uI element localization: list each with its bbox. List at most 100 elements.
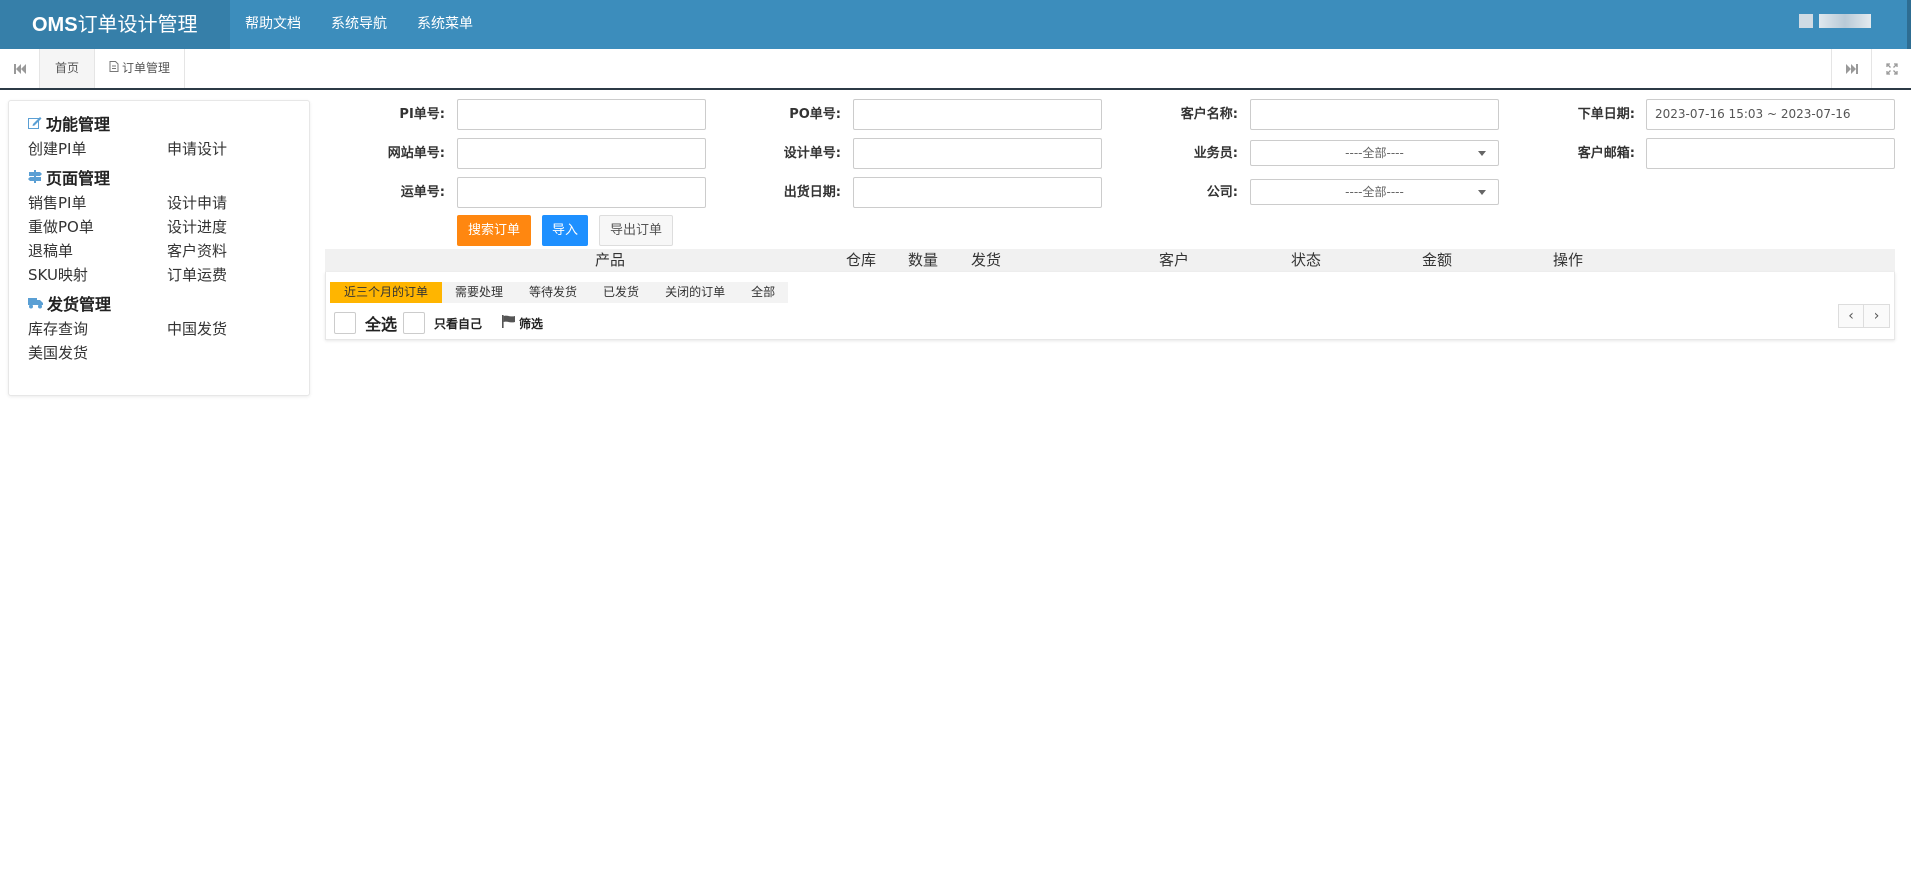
menu-create-pi[interactable]: 创建PI单 (28, 137, 167, 161)
col-warehouse: 仓库 (846, 251, 877, 269)
page-items: 销售PI单 设计申请 重做PO单 设计进度 退稿单 客户资料 SKU映射 订单运… (28, 191, 309, 287)
ship-date-input[interactable] (853, 177, 1102, 208)
function-items: 创建PI单 申请设计 (28, 137, 309, 161)
only-mine-label: 只看自己 (434, 316, 483, 331)
design-number-label: 设计单号: (783, 146, 841, 161)
order-status-tabs: 近三个月的订单 需要处理 等待发货 已发货 关闭的订单 全部 (330, 282, 789, 303)
customer-name-input[interactable] (1250, 99, 1499, 130)
chevron-left-icon[interactable]: ‹ (1838, 304, 1864, 328)
menu-design-progress[interactable]: 设计进度 (167, 215, 306, 239)
order-date-label: 下单日期: (1577, 107, 1635, 122)
shipping-items: 库存查询 中国发货 美国发货 (28, 317, 309, 365)
skip-back-icon[interactable] (0, 49, 40, 88)
window-edge (1907, 0, 1911, 49)
page-tabs: 首页 订单管理 (40, 49, 186, 88)
pi-number-input[interactable] (457, 99, 706, 130)
pi-number-label: PI单号: (399, 107, 445, 122)
col-shipping: 发货 (971, 251, 1002, 269)
salesman-selected: ----全部---- (1345, 146, 1404, 160)
ship-date-label: 出货日期: (783, 185, 841, 200)
sidebar-menu: 功能管理 创建PI单 申请设计 页面管理 销售PI单 设计申请 重做PO单 设计… (8, 100, 310, 396)
filter-label: 筛选 (519, 316, 544, 331)
truck-icon (28, 293, 43, 317)
menu-order-shipping-fee[interactable]: 订单运费 (167, 263, 306, 287)
customer-email-label: 客户邮箱: (1577, 146, 1635, 161)
tab-home[interactable]: 首页 (40, 49, 96, 88)
site-number-label: 网站单号: (387, 146, 445, 161)
order-date-range-input[interactable]: 2023-07-16 15:03 ~ 2023-07-16 15:03 (1646, 99, 1895, 150)
po-number-input[interactable] (853, 99, 1102, 130)
form-row-1: PI单号: PO单号: 客户名称: 下单日期: 2023-07-16 15:03… (325, 99, 1895, 150)
col-amount: 金额 (1422, 251, 1453, 269)
nav-system-navigation[interactable]: 系统导航 (316, 0, 402, 49)
design-number-input[interactable] (853, 138, 1102, 169)
tab-shipped[interactable]: 已发货 (590, 282, 652, 303)
brand-bold: OMS (32, 14, 78, 36)
tab-order-management[interactable]: 订单管理 (95, 49, 186, 88)
top-navbar: OMS订单设计管理 帮助文档 系统导航 系统菜单 (0, 0, 1911, 49)
tab-home-label: 首页 (55, 61, 80, 75)
group-function-management: 功能管理 (28, 113, 309, 137)
only-mine-checkbox[interactable] (403, 312, 426, 334)
chevron-down-icon (1478, 190, 1486, 195)
tab-closed-orders[interactable]: 关闭的订单 (652, 282, 738, 303)
user-menu[interactable] (1799, 14, 1871, 28)
tab-awaiting-shipment[interactable]: 等待发货 (516, 282, 590, 303)
flag-icon (502, 315, 516, 331)
form-row-3: 运单号: 出货日期: 公司: ----全部---- (325, 177, 1895, 208)
col-actions: 操作 (1553, 251, 1584, 269)
form-actions: 搜索订单 导入 导出订单 (457, 215, 673, 246)
menu-sales-pi[interactable]: 销售PI单 (28, 191, 167, 215)
fullscreen-icon[interactable] (1871, 49, 1911, 88)
menu-sku-mapping[interactable]: SKU映射 (28, 263, 167, 287)
user-name-blurred (1819, 14, 1871, 28)
chevron-right-icon[interactable]: › (1864, 304, 1890, 328)
tab-last-three-months[interactable]: 近三个月的订单 (330, 282, 443, 303)
menu-rejected-drafts[interactable]: 退稿单 (28, 239, 167, 263)
select-all-label: 全选 (365, 315, 398, 334)
skip-forward-icon[interactable] (1831, 49, 1871, 88)
po-number-label: PO单号: (789, 107, 841, 122)
nav-help-docs[interactable]: 帮助文档 (230, 0, 316, 49)
tab-needs-processing[interactable]: 需要处理 (442, 282, 516, 303)
menu-apply-design[interactable]: 申请设计 (167, 137, 306, 161)
top-nav: 帮助文档 系统导航 系统菜单 (230, 0, 488, 49)
tab-bar: 首页 订单管理 (0, 49, 1911, 90)
menu-us-shipping[interactable]: 美国发货 (28, 341, 167, 365)
group-title-function: 功能管理 (46, 115, 111, 134)
user-avatar (1799, 14, 1813, 28)
menu-redo-po[interactable]: 重做PO单 (28, 215, 167, 239)
tab-order-management-label: 订单管理 (122, 61, 171, 75)
menu-design-request[interactable]: 设计申请 (167, 191, 306, 215)
signpost-icon (28, 167, 42, 191)
tab-all[interactable]: 全部 (738, 282, 788, 303)
col-status: 状态 (1291, 251, 1322, 269)
filter-button[interactable]: 筛选 (502, 315, 543, 332)
form-row-2: 网站单号: 设计单号: 业务员: ----全部---- 客户邮箱: (325, 138, 1895, 169)
site-number-input[interactable] (457, 138, 706, 169)
document-icon (109, 49, 119, 88)
company-label: 公司: (1206, 185, 1238, 200)
group-title-page: 页面管理 (46, 169, 111, 188)
order-filter-panel: 近三个月的订单 需要处理 等待发货 已发货 关闭的订单 全部 全选 只看自己 筛… (325, 272, 1895, 340)
col-quantity: 数量 (908, 251, 939, 269)
export-orders-button[interactable]: 导出订单 (599, 215, 673, 246)
col-customer: 客户 (1159, 251, 1190, 269)
menu-customer-info[interactable]: 客户资料 (167, 239, 306, 263)
tracking-number-label: 运单号: (400, 185, 445, 200)
search-orders-button[interactable]: 搜索订单 (457, 215, 531, 246)
edit-icon (28, 113, 42, 137)
app-brand[interactable]: OMS订单设计管理 (0, 0, 230, 49)
group-page-management: 页面管理 (28, 167, 309, 191)
select-all-checkbox[interactable] (334, 312, 356, 334)
customer-email-input[interactable] (1646, 138, 1895, 169)
tracking-number-input[interactable] (457, 177, 706, 208)
nav-system-menu[interactable]: 系统菜单 (402, 0, 488, 49)
import-button[interactable]: 导入 (542, 215, 588, 246)
salesman-select[interactable]: ----全部---- (1250, 140, 1499, 166)
salesman-label: 业务员: (1193, 146, 1238, 161)
company-select[interactable]: ----全部---- (1250, 179, 1499, 205)
menu-inventory-query[interactable]: 库存查询 (28, 317, 167, 341)
menu-china-shipping[interactable]: 中国发货 (167, 317, 306, 341)
customer-name-label: 客户名称: (1180, 107, 1238, 122)
